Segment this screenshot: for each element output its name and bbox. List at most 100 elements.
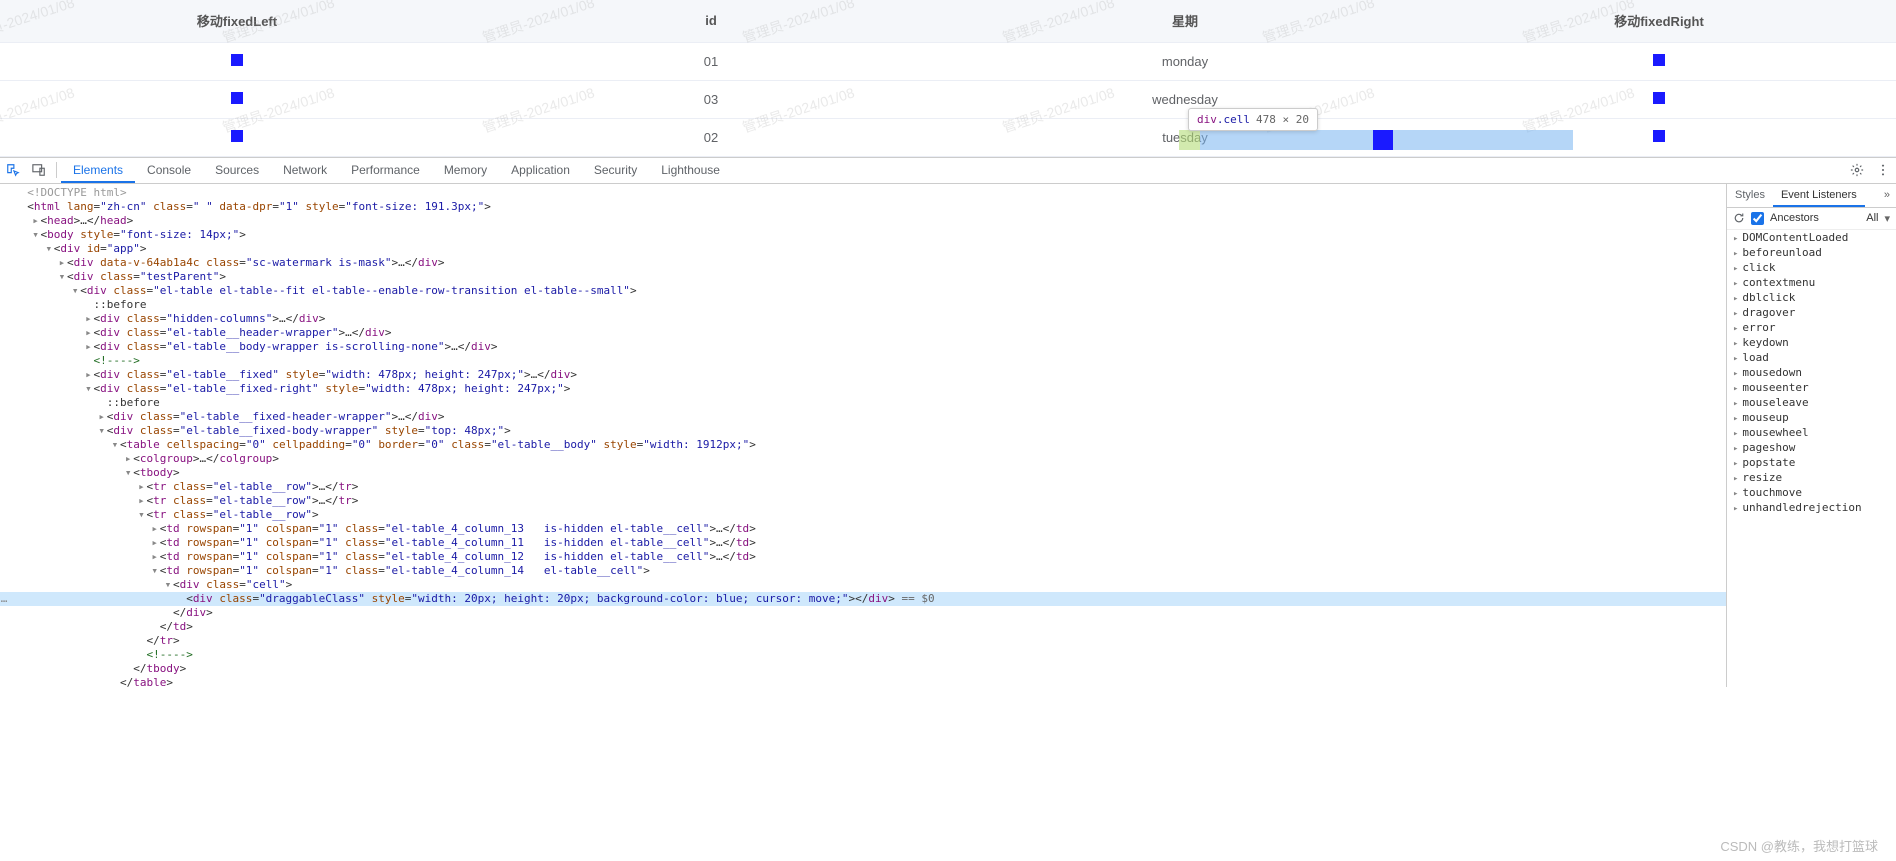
dom-line[interactable]: </td> [0, 620, 1726, 634]
dom-line[interactable]: ::before [0, 396, 1726, 410]
drag-handle-icon[interactable] [231, 54, 243, 66]
sidebar-tab-styles[interactable]: Styles [1727, 183, 1773, 207]
device-toolbar-icon[interactable] [26, 157, 52, 183]
dom-line[interactable]: ▾<div class="testParent"> [0, 270, 1726, 284]
dom-line[interactable]: ▸<div class="el-table__fixed-header-wrap… [0, 410, 1726, 424]
dom-line[interactable]: ▾<div class="el-table el-table--fit el-t… [0, 284, 1726, 298]
cell-week: monday [948, 42, 1422, 80]
dom-line[interactable]: </tbody> [0, 662, 1726, 676]
event-dragover[interactable]: dragover [1727, 305, 1896, 320]
col-fixed-right: 移动fixedRight [1422, 0, 1896, 42]
dom-line[interactable]: ▸<colgroup>…</colgroup> [0, 452, 1726, 466]
dom-line[interactable]: ▸<tr class="el-table__row">…</tr> [0, 480, 1726, 494]
cell-fixed-right[interactable] [1422, 80, 1896, 118]
devtools-tab-application[interactable]: Application [499, 157, 582, 183]
dom-line[interactable]: ▸<tr class="el-table__row">…</tr> [0, 494, 1726, 508]
sidebar-more-icon[interactable]: » [1878, 189, 1896, 201]
dom-line[interactable]: ▾<tr class="el-table__row"> [0, 508, 1726, 522]
inspect-highlight-margin [1179, 130, 1200, 150]
devtools-tab-elements[interactable]: Elements [61, 157, 135, 183]
dom-line[interactable]: ▸<div class="el-table__header-wrapper">…… [0, 326, 1726, 340]
event-mousewheel[interactable]: mousewheel [1727, 425, 1896, 440]
dom-line[interactable]: ▾<div class="el-table__fixed-body-wrappe… [0, 424, 1726, 438]
event-mouseenter[interactable]: mouseenter [1727, 380, 1896, 395]
event-unhandledrejection[interactable]: unhandledrejection [1727, 500, 1896, 515]
settings-gear-icon[interactable] [1844, 157, 1870, 183]
dom-line[interactable]: <!----> [0, 354, 1726, 368]
event-mouseup[interactable]: mouseup [1727, 410, 1896, 425]
dom-line[interactable]: <html lang="zh-cn" class=" " data-dpr="1… [0, 200, 1726, 214]
dom-line[interactable]: ▸<div data-v-64ab1a4c class="sc-watermar… [0, 256, 1726, 270]
col-week: 星期 [948, 0, 1422, 42]
dom-line[interactable]: ▾<div class="cell"> [0, 578, 1726, 592]
page-content: 管理员-2024/01/08管理员-2024/01/08管理员-2024/01/… [0, 0, 1896, 157]
sidebar-toolbar: Ancestors All ▾ [1727, 208, 1896, 230]
sidebar-tab-event-listeners[interactable]: Event Listeners [1773, 183, 1865, 207]
devtools-tab-sources[interactable]: Sources [203, 157, 271, 183]
inspect-highlight-content-right [1393, 130, 1573, 150]
more-menu-icon[interactable] [1870, 157, 1896, 183]
event-click[interactable]: click [1727, 260, 1896, 275]
dom-line[interactable]: ▾<td rowspan="1" colspan="1" class="el-t… [0, 564, 1726, 578]
dom-line[interactable]: <!----> [0, 648, 1726, 662]
dom-line[interactable]: ::before [0, 298, 1726, 312]
dropdown-icon[interactable]: ▾ [1884, 212, 1890, 225]
devtools-tab-performance[interactable]: Performance [339, 157, 432, 183]
table-header-row: 移动fixedLeft id 星期 移动fixedRight [0, 0, 1896, 42]
dom-line[interactable]: ▾<body style="font-size: 14px;"> [0, 228, 1726, 242]
dom-line[interactable]: ▸<div class="el-table__fixed" style="wid… [0, 368, 1726, 382]
dom-line[interactable]: ▸<div class="el-table__body-wrapper is-s… [0, 340, 1726, 354]
dom-line[interactable]: ▸<td rowspan="1" colspan="1" class="el-t… [0, 536, 1726, 550]
dom-line[interactable]: ▸<td rowspan="1" colspan="1" class="el-t… [0, 522, 1726, 536]
dom-line[interactable]: ▾<table cellspacing="0" cellpadding="0" … [0, 438, 1726, 452]
cell-fixed-left[interactable] [0, 42, 474, 80]
dom-line[interactable]: … <div class="draggableClass" style="wid… [0, 592, 1726, 606]
tooltip-tag: div [1197, 113, 1217, 126]
event-mouseleave[interactable]: mouseleave [1727, 395, 1896, 410]
devtools-tab-memory[interactable]: Memory [432, 157, 499, 183]
event-mousedown[interactable]: mousedown [1727, 365, 1896, 380]
cell-fixed-left[interactable] [0, 80, 474, 118]
event-keydown[interactable]: keydown [1727, 335, 1896, 350]
cell-fixed-left[interactable] [0, 118, 474, 156]
table-row: 02tuesday [0, 118, 1896, 156]
event-resize[interactable]: resize [1727, 470, 1896, 485]
dom-line[interactable]: ▾<tbody> [0, 466, 1726, 480]
refresh-icon[interactable] [1733, 212, 1745, 224]
dom-line[interactable]: </tr> [0, 634, 1726, 648]
dom-line[interactable]: ▸<div class="hidden-columns">…</div> [0, 312, 1726, 326]
dom-line[interactable]: </table> [0, 676, 1726, 687]
inspect-element-icon[interactable] [0, 157, 26, 183]
dom-line[interactable]: ▾<div class="el-table__fixed-right" styl… [0, 382, 1726, 396]
event-popstate[interactable]: popstate [1727, 455, 1896, 470]
all-label[interactable]: All [1866, 212, 1878, 224]
devtools-tab-lighthouse[interactable]: Lighthouse [649, 157, 732, 183]
cell-fixed-right[interactable] [1422, 42, 1896, 80]
table-row: 01monday [0, 42, 1896, 80]
event-beforeunload[interactable]: beforeunload [1727, 245, 1896, 260]
cell-week: wednesday [948, 80, 1422, 118]
drag-handle-icon[interactable] [231, 92, 243, 104]
ancestors-checkbox[interactable] [1751, 212, 1764, 225]
dom-line[interactable]: </div> [0, 606, 1726, 620]
event-dblclick[interactable]: dblclick [1727, 290, 1896, 305]
separator [56, 162, 57, 178]
devtools-tab-console[interactable]: Console [135, 157, 203, 183]
dom-line[interactable]: ▸<head>…</head> [0, 214, 1726, 228]
event-load[interactable]: load [1727, 350, 1896, 365]
event-DOMContentLoaded[interactable]: DOMContentLoaded [1727, 230, 1896, 245]
dom-line[interactable]: ▸<td rowspan="1" colspan="1" class="el-t… [0, 550, 1726, 564]
devtools-tab-network[interactable]: Network [271, 157, 339, 183]
event-contextmenu[interactable]: contextmenu [1727, 275, 1896, 290]
drag-handle-icon[interactable] [1653, 130, 1665, 142]
event-touchmove[interactable]: touchmove [1727, 485, 1896, 500]
dom-line[interactable]: <!DOCTYPE html> [0, 186, 1726, 200]
drag-handle-icon[interactable] [1653, 54, 1665, 66]
drag-handle-icon[interactable] [231, 130, 243, 142]
dom-line[interactable]: ▾<div id="app"> [0, 242, 1726, 256]
event-error[interactable]: error [1727, 320, 1896, 335]
drag-handle-icon[interactable] [1653, 92, 1665, 104]
devtools-tab-security[interactable]: Security [582, 157, 649, 183]
dom-tree[interactable]: <!DOCTYPE html> <html lang="zh-cn" class… [0, 184, 1726, 687]
event-pageshow[interactable]: pageshow [1727, 440, 1896, 455]
